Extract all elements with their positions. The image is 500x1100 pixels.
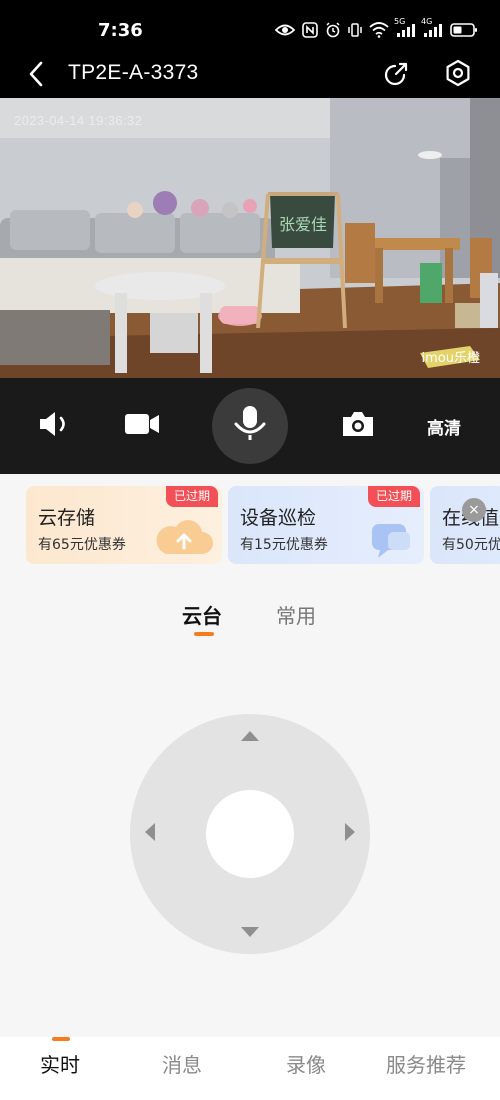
nfc-icon (302, 22, 318, 38)
settings-button[interactable] (442, 59, 474, 91)
tab-ptz[interactable]: 云台 (182, 600, 222, 629)
promo-card-online[interactable]: 在线值 有50元优 (430, 486, 500, 564)
nav-live[interactable]: 实时 (40, 1049, 80, 1078)
nav-messages[interactable]: 消息 (162, 1049, 202, 1078)
promo-subtitle: 有50元优 (442, 537, 500, 553)
promo-carousel[interactable]: 已过期 云存储 有65元优惠券 已过期 设备巡检 有15元优惠券 在线值 有50… (0, 486, 500, 566)
promo-card-device-inspection[interactable]: 已过期 设备巡检 有15元优惠券 (228, 486, 424, 564)
signal-5g-icon: 5G (394, 17, 416, 37)
promo-title: 设备巡检 (240, 507, 317, 529)
ptz-right-button[interactable] (336, 820, 364, 848)
panel-tabs: 云台 常用 (0, 600, 500, 640)
promo-subtitle: 有65元优惠券 (38, 537, 126, 553)
bottom-nav: 实时 消息 录像 服务推荐 (0, 1037, 500, 1100)
title-bar: TP2E-A-3373 (0, 52, 500, 98)
promo-subtitle: 有15元优惠券 (240, 537, 328, 553)
device-name: TP2E-A-3373 (68, 61, 199, 84)
signal-4g-icon: 4G (421, 17, 443, 37)
chevron-left-icon (28, 61, 44, 91)
camera-icon (340, 409, 376, 443)
alarm-icon (325, 22, 341, 38)
network-4g-label: 4G (421, 17, 433, 26)
expired-badge: 已过期 (367, 486, 420, 507)
triangle-up-icon (240, 727, 260, 746)
video-frame: 张爱佳 (0, 98, 500, 378)
snapshot-button[interactable] (338, 408, 378, 444)
microphone-icon (232, 404, 268, 448)
live-controls: 高清 (0, 378, 500, 474)
quality-button[interactable]: 高清 (420, 414, 468, 439)
promo-close-button[interactable]: × (462, 498, 486, 522)
speaker-icon (37, 409, 75, 443)
active-nav-indicator (52, 1037, 70, 1041)
status-icons: 5G 4G (275, 17, 478, 40)
eye-icon (275, 23, 295, 37)
ptz-down-button[interactable] (236, 918, 264, 946)
nav-recordings[interactable]: 录像 (286, 1049, 326, 1078)
promo-card-cloud-storage[interactable]: 已过期 云存储 有65元优惠券 (26, 486, 222, 564)
share-button[interactable] (381, 59, 413, 91)
expired-badge: 已过期 (165, 486, 218, 507)
control-panel: 已过期 云存储 有65元优惠券 已过期 设备巡检 有15元优惠券 在线值 有50… (0, 474, 500, 1037)
record-button[interactable] (122, 408, 162, 444)
live-video-feed[interactable]: 张爱佳 2023-04-14 19:36:32 imou乐橙 (0, 98, 500, 378)
status-time: 7:36 (98, 20, 143, 41)
ptz-joystick[interactable] (130, 714, 370, 954)
video-camera-icon (123, 409, 161, 443)
close-icon: × (468, 502, 480, 518)
chat-bubble-icon (368, 520, 416, 564)
vibrate-icon (348, 22, 362, 38)
nav-services[interactable]: 服务推荐 (386, 1049, 466, 1078)
promo-title: 云存储 (38, 507, 96, 529)
share-arrow-icon (384, 60, 410, 90)
ptz-center-button[interactable] (206, 790, 294, 878)
status-bar: 7:36 5G 4G (0, 0, 500, 52)
network-5g-label: 5G (394, 17, 406, 26)
triangle-left-icon (144, 822, 156, 846)
sound-toggle-button[interactable] (36, 408, 76, 444)
triangle-down-icon (240, 923, 260, 942)
battery-icon (450, 22, 478, 38)
wifi-icon (369, 22, 389, 38)
video-timestamp: 2023-04-14 19:36:32 (14, 113, 143, 128)
ptz-left-button[interactable] (136, 820, 164, 848)
hexagon-gear-icon (444, 59, 472, 91)
triangle-right-icon (344, 822, 356, 846)
video-watermark: imou乐橙 (421, 351, 480, 366)
tab-common[interactable]: 常用 (276, 600, 316, 629)
talk-button[interactable] (212, 388, 288, 464)
active-tab-indicator (194, 632, 214, 636)
chalkboard-text: 张爱佳 (279, 215, 327, 234)
cloud-icon (154, 514, 214, 562)
ptz-up-button[interactable] (236, 722, 264, 750)
back-button[interactable] (20, 60, 52, 92)
